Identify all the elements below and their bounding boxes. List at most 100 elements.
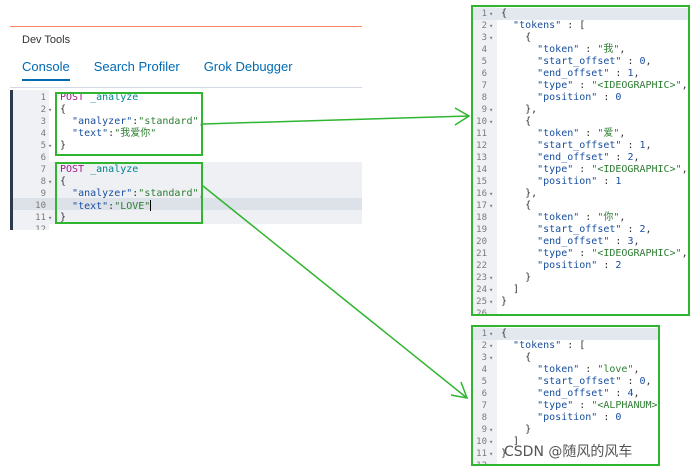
line-number: 7	[40, 165, 46, 175]
response-line: 7 "type" : "<IDEOGRAPHIC>",	[473, 80, 688, 92]
line-number: 3	[481, 353, 487, 363]
json-string-value: "<ALPHANUM>"	[591, 400, 660, 411]
tab-console[interactable]: Console	[22, 59, 70, 81]
json-punctuation	[501, 340, 513, 351]
fold-triangle-icon[interactable]: ▾	[489, 328, 493, 340]
fold-triangle-icon[interactable]: ▾	[489, 20, 493, 32]
json-punctuation: :	[597, 92, 616, 103]
line-number: 9	[481, 425, 487, 435]
json-punctuation: ,	[681, 164, 688, 175]
fold-triangle-icon[interactable]: ▾	[489, 116, 493, 128]
response-code: "type" : "<IDEOGRAPHIC>",	[501, 248, 688, 260]
line-number: 2	[40, 105, 46, 115]
response-line: 16 ▾ },	[473, 188, 688, 200]
tab-search-profiler[interactable]: Search Profiler	[94, 59, 180, 81]
fold-triangle-icon[interactable]: ▾	[489, 296, 493, 308]
line-number: 18	[476, 213, 487, 223]
json-punctuation: }	[501, 296, 508, 307]
fold-triangle-icon[interactable]: ▾	[489, 352, 493, 364]
response-line: 20 "end_offset" : 3,	[473, 236, 688, 248]
json-key: "position"	[537, 92, 598, 103]
line-number: 26	[476, 309, 487, 316]
fold-triangle-icon[interactable]: ▾	[48, 176, 52, 188]
line-number: 5	[481, 57, 487, 67]
fold-triangle-icon[interactable]: ▾	[489, 200, 493, 212]
json-punctuation: :	[573, 248, 592, 259]
json-punctuation: ]	[501, 284, 520, 295]
line-number: 9	[481, 105, 487, 115]
fold-triangle-icon[interactable]: ▾	[489, 8, 493, 20]
json-punctuation: ,	[681, 248, 688, 259]
json-punctuation: :	[621, 376, 640, 387]
json-punctuation	[501, 164, 537, 175]
line-number: 3	[481, 33, 487, 43]
response-code: "start_offset" : 0,	[501, 376, 651, 388]
json-key: "end_offset"	[537, 388, 610, 399]
fold-triangle-icon[interactable]: ▾	[489, 448, 493, 460]
fold-triangle-icon[interactable]: ▾	[489, 284, 493, 296]
json-punctuation: },	[501, 104, 538, 115]
response-line: 17 ▾ {	[473, 200, 688, 212]
response-line: 1 ▾ {	[473, 328, 658, 340]
json-punctuation: ,	[633, 364, 640, 375]
json-key: "end_offset"	[537, 236, 610, 247]
line-number: 23	[476, 273, 487, 283]
response-code: "token" : "我",	[501, 44, 625, 56]
response-line: 7 "type" : "<ALPHANUM>",	[473, 400, 658, 412]
json-punctuation: ,	[619, 212, 626, 223]
response-code: "start_offset" : 2,	[501, 224, 651, 236]
json-punctuation: :	[621, 224, 640, 235]
line-number: 5	[40, 141, 46, 151]
line-number: 12	[35, 225, 46, 230]
json-number-value: 0	[615, 92, 622, 103]
json-punctuation: :	[621, 140, 640, 151]
fold-triangle-icon[interactable]: ▾	[48, 140, 52, 152]
fold-triangle-icon[interactable]: ▾	[489, 340, 493, 352]
fold-triangle-icon[interactable]: ▾	[489, 104, 493, 116]
response-code: "end_offset" : 4,	[501, 388, 639, 400]
json-key: "end_offset"	[537, 68, 610, 79]
response-code: "start_offset" : 0,	[501, 56, 652, 68]
response-line: 9 ▾ },	[473, 104, 688, 116]
fold-triangle-icon[interactable]: ▾	[48, 212, 52, 224]
fold-triangle-icon[interactable]: ▾	[48, 104, 52, 116]
response-code: "tokens" : [	[501, 20, 585, 32]
json-punctuation	[501, 224, 537, 235]
json-string-value: "你"	[597, 212, 620, 223]
response-code: "position" : 0	[501, 412, 621, 424]
tab-grok-debugger[interactable]: Grok Debugger	[204, 59, 293, 81]
response-code: "type" : "<ALPHANUM>",	[501, 400, 660, 412]
response-code: {	[501, 352, 531, 364]
json-punctuation	[501, 56, 537, 67]
fold-triangle-icon[interactable]: ▾	[489, 424, 493, 436]
fold-triangle-icon[interactable]: ▾	[489, 32, 493, 44]
fold-triangle-icon[interactable]: ▾	[489, 272, 493, 284]
json-punctuation: {	[501, 200, 532, 211]
line-number: 1	[481, 329, 487, 339]
json-punctuation: :	[609, 236, 628, 247]
line-number: 7	[481, 401, 487, 411]
response-line: 15 "position" : 1	[473, 176, 688, 188]
json-punctuation: :	[597, 176, 616, 187]
json-number-value: 1	[615, 176, 622, 187]
json-key: "start_offset"	[537, 140, 622, 151]
response-code: {	[501, 116, 531, 128]
json-punctuation: ,	[619, 44, 626, 55]
response-code: "type" : "<IDEOGRAPHIC>",	[501, 80, 688, 92]
response-line: 14 "type" : "<IDEOGRAPHIC>",	[473, 164, 688, 176]
response-line: 12 "start_offset" : 1,	[473, 140, 688, 152]
response-line: 2 ▾ "tokens" : [	[473, 340, 658, 352]
json-punctuation	[501, 260, 537, 271]
dev-tools-title: Dev Tools	[22, 34, 71, 46]
response-line: 2 ▾ "tokens" : [	[473, 20, 688, 32]
json-punctuation: },	[501, 188, 538, 199]
json-punctuation: ,	[645, 56, 652, 67]
json-key: "position"	[537, 412, 598, 423]
fold-triangle-icon[interactable]: ▾	[489, 436, 493, 448]
fold-triangle-icon[interactable]: ▾	[489, 188, 493, 200]
line-number: 10	[476, 117, 487, 127]
response-line: 8 "position" : 0	[473, 412, 658, 424]
json-punctuation: ,	[681, 80, 688, 91]
response-line: 4 "token" : "love",	[473, 364, 658, 376]
line-number: 5	[481, 377, 487, 387]
